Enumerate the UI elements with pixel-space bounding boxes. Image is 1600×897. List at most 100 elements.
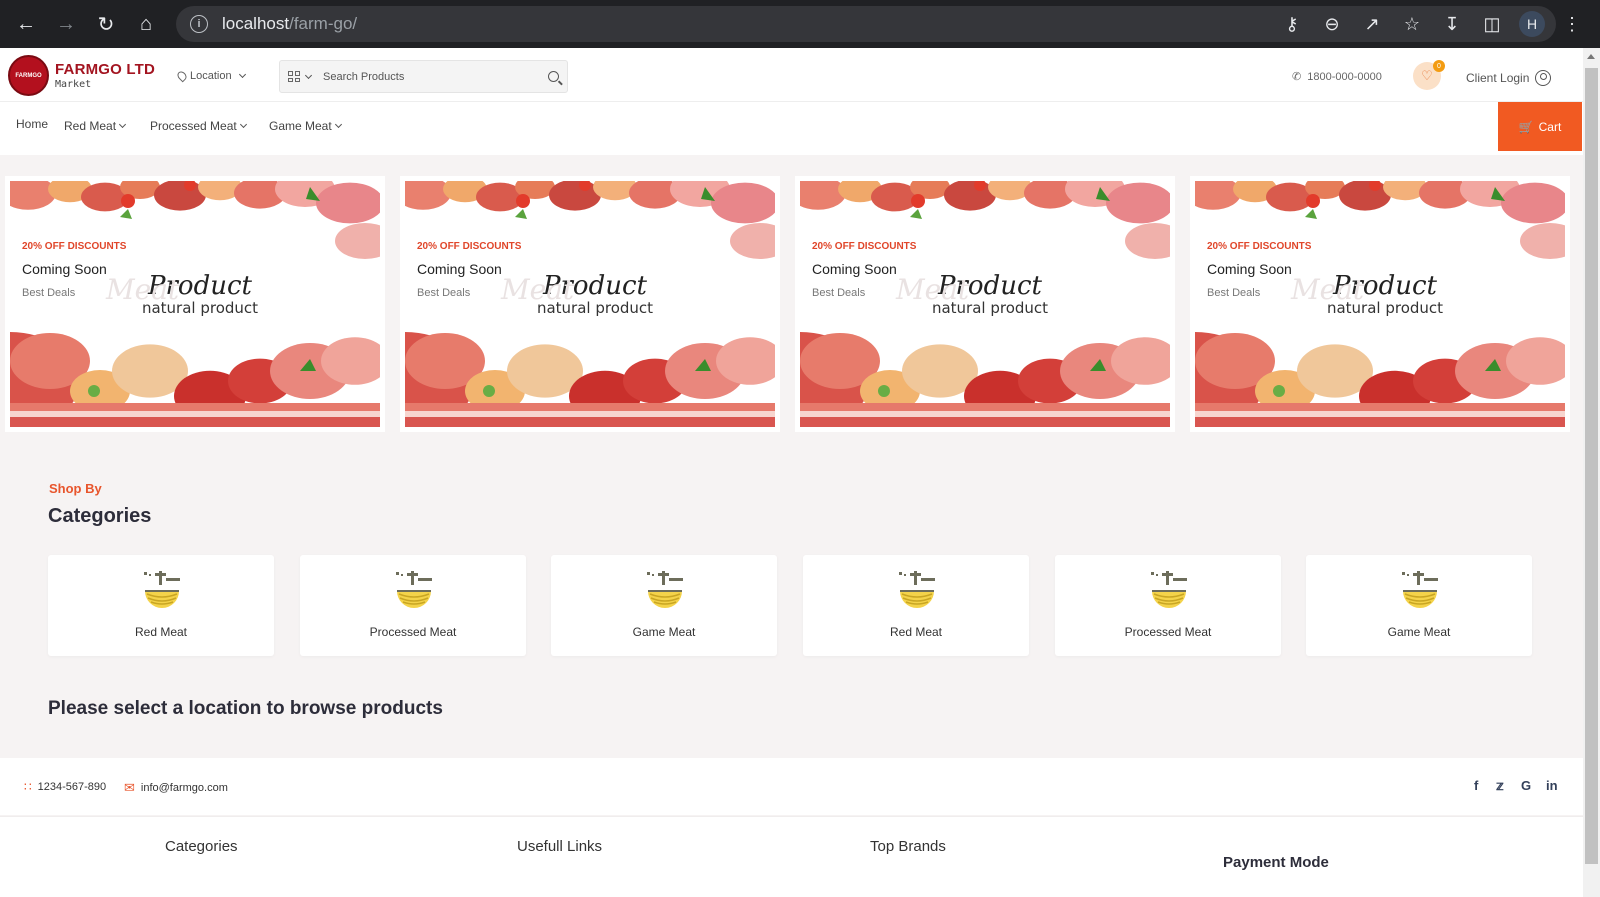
banner-discount-tag: 20% OFF DISCOUNTS bbox=[22, 241, 127, 252]
nav-processed-meat[interactable]: Processed Meat bbox=[150, 119, 247, 133]
footer-payment-heading: Payment Mode bbox=[1223, 854, 1329, 871]
promo-banner[interactable]: 20% OFF DISCOUNTS Coming Soon Best Deals Me… bbox=[5, 176, 385, 432]
map-pin-icon bbox=[175, 69, 189, 83]
noodle-bowl-icon bbox=[393, 569, 435, 616]
nav-game-meat[interactable]: Game Meat bbox=[269, 119, 342, 133]
chevron-down-icon[interactable] bbox=[304, 71, 313, 79]
location-dropdown[interactable]: Location bbox=[175, 69, 246, 83]
contact-phone: ∷ 1234-567-890 bbox=[24, 780, 106, 794]
noodle-bowl-icon bbox=[1399, 569, 1441, 616]
share-icon[interactable]: ↗ bbox=[1352, 4, 1392, 44]
noodle-bowl-icon bbox=[141, 569, 183, 616]
banner-image: 20% OFF DISCOUNTS Coming Soon Best Deals Me… bbox=[10, 181, 380, 427]
banner-discount-tag: 20% OFF DISCOUNTS bbox=[417, 241, 522, 252]
banner-subtitle: Best Deals bbox=[417, 287, 471, 299]
reload-icon[interactable]: ↻ bbox=[86, 4, 126, 44]
linkedin-icon[interactable]: in bbox=[1546, 778, 1558, 793]
banner-script-logo: Meat Product natural product bbox=[1291, 271, 1465, 317]
profile-button[interactable]: H bbox=[1512, 4, 1552, 44]
category-label: Game Meat bbox=[1387, 625, 1451, 639]
search-icon[interactable] bbox=[548, 71, 559, 82]
select-location-notice: Please select a location to browse produ… bbox=[48, 698, 443, 719]
banner-title: Coming Soon bbox=[417, 261, 502, 277]
main-nav: Home Red Meat Processed Meat Game Meat 🛒… bbox=[0, 102, 1583, 155]
cart-button[interactable]: 🛒 Cart bbox=[1498, 102, 1582, 151]
scrollbar-thumb[interactable] bbox=[1585, 68, 1598, 864]
promo-banner[interactable]: 20% OFF DISCOUNTS Coming Soon Best Deals Me… bbox=[795, 176, 1175, 432]
page-viewport: FARMGO FARMGO LTD Market Location ✆ 1800… bbox=[0, 48, 1583, 897]
category-label: Processed Meat bbox=[1124, 625, 1212, 639]
search-input[interactable] bbox=[323, 70, 533, 83]
key-icon[interactable]: ⚷ bbox=[1272, 4, 1312, 44]
home-icon[interactable]: ⌂ bbox=[126, 4, 166, 44]
category-card[interactable]: Processed Meat bbox=[300, 555, 526, 656]
noodle-bowl-icon bbox=[644, 569, 686, 616]
contact-bar: ∷ 1234-567-890 ✉ info@farmgo.com f 𝕫 G i… bbox=[0, 758, 1583, 815]
promo-banners: 20% OFF DISCOUNTS Coming Soon Best Deals Me… bbox=[5, 176, 1583, 432]
page-scrollbar[interactable] bbox=[1583, 48, 1600, 897]
client-login-link[interactable]: Client Login bbox=[1466, 70, 1552, 86]
side-panel-icon[interactable]: ◫ bbox=[1472, 4, 1512, 44]
banner-script-ghost: Meat bbox=[896, 273, 970, 306]
forward-icon[interactable]: → bbox=[46, 4, 86, 44]
download-icon[interactable]: ↧ bbox=[1432, 4, 1472, 44]
shop-by-label: Shop By bbox=[49, 481, 102, 496]
bookmark-star-icon[interactable]: ☆ bbox=[1392, 4, 1432, 44]
back-icon[interactable]: ← bbox=[6, 4, 46, 44]
category-card[interactable]: Red Meat bbox=[48, 555, 274, 656]
banner-subtitle: Best Deals bbox=[22, 287, 76, 299]
promo-banner[interactable]: 20% OFF DISCOUNTS Coming Soon Best Deals Me… bbox=[400, 176, 780, 432]
wishlist-button[interactable]: ♡ 0 bbox=[1413, 60, 1445, 90]
category-card[interactable]: Game Meat bbox=[551, 555, 777, 656]
promo-banner[interactable]: 20% OFF DISCOUNTS Coming Soon Best Deals Me… bbox=[1190, 176, 1570, 432]
banner-script-ghost: Meat bbox=[1291, 273, 1365, 306]
contact-email[interactable]: ✉ info@farmgo.com bbox=[124, 780, 228, 796]
site-header: FARMGO FARMGO LTD Market Location ✆ 1800… bbox=[0, 48, 1583, 102]
site-info-icon[interactable]: i bbox=[190, 15, 208, 33]
chevron-down-icon bbox=[238, 70, 246, 79]
banner-title: Coming Soon bbox=[812, 261, 897, 277]
banner-title: Coming Soon bbox=[22, 261, 107, 277]
category-grid-icon[interactable] bbox=[288, 71, 300, 82]
header-phone: ✆ 1800-000-0000 bbox=[1292, 70, 1382, 84]
noodle-bowl-icon bbox=[1148, 569, 1190, 616]
contact-email-address: info@farmgo.com bbox=[140, 782, 228, 794]
logo-badge-text: FARMGO bbox=[15, 72, 42, 79]
user-icon bbox=[1535, 70, 1552, 86]
category-card[interactable]: Processed Meat bbox=[1055, 555, 1281, 656]
brand-title: FARMGO LTD bbox=[55, 61, 156, 78]
noodle-bowl-icon bbox=[896, 569, 938, 616]
google-icon[interactable]: G bbox=[1521, 778, 1531, 793]
banner-image: 20% OFF DISCOUNTS Coming Soon Best Deals Me… bbox=[405, 181, 775, 427]
banner-script-ghost: Meat bbox=[501, 273, 575, 306]
facebook-icon[interactable]: f bbox=[1474, 778, 1478, 793]
zoom-out-icon[interactable]: ⊖ bbox=[1312, 4, 1352, 44]
footer-brands-heading: Top Brands bbox=[870, 838, 946, 855]
client-login-label: Client Login bbox=[1466, 71, 1530, 85]
nav-home[interactable]: Home bbox=[16, 117, 48, 131]
scroll-up-icon[interactable] bbox=[1587, 54, 1595, 59]
banner-title: Coming Soon bbox=[1207, 261, 1292, 277]
brand-subtitle: Market bbox=[55, 79, 92, 90]
nav-home-label: Home bbox=[16, 117, 49, 131]
category-label: Game Meat bbox=[632, 625, 696, 639]
kebab-menu-icon[interactable]: ⋮ bbox=[1552, 4, 1592, 44]
site-logo[interactable]: FARMGO FARMGO LTD Market bbox=[8, 55, 155, 96]
category-card[interactable]: Red Meat bbox=[803, 555, 1029, 656]
banner-image: 20% OFF DISCOUNTS Coming Soon Best Deals Me… bbox=[800, 181, 1170, 427]
banner-script-logo: Meat Product natural product bbox=[896, 271, 1070, 317]
contact-phone-number: 1234-567-890 bbox=[37, 781, 107, 793]
logo-badge: FARMGO bbox=[8, 55, 49, 96]
banner-script-logo: Meat Product natural product bbox=[501, 271, 675, 317]
banner-script-ghost: Meat bbox=[106, 273, 180, 306]
phone-icon: ✆ bbox=[1292, 71, 1302, 83]
nav-game-meat-label: Game Meat bbox=[269, 119, 332, 133]
twitter-icon[interactable]: 𝕫 bbox=[1496, 778, 1504, 794]
banner-subtitle: Best Deals bbox=[812, 287, 866, 299]
category-card[interactable]: Game Meat bbox=[1306, 555, 1532, 656]
nav-processed-meat-label: Processed Meat bbox=[150, 119, 237, 133]
site-footer: Categories Usefull Links Top Brands Paym… bbox=[0, 816, 1583, 897]
wishlist-count-badge: 0 bbox=[1433, 60, 1445, 72]
nav-red-meat[interactable]: Red Meat bbox=[64, 119, 127, 133]
mail-icon: ✉ bbox=[124, 780, 135, 795]
